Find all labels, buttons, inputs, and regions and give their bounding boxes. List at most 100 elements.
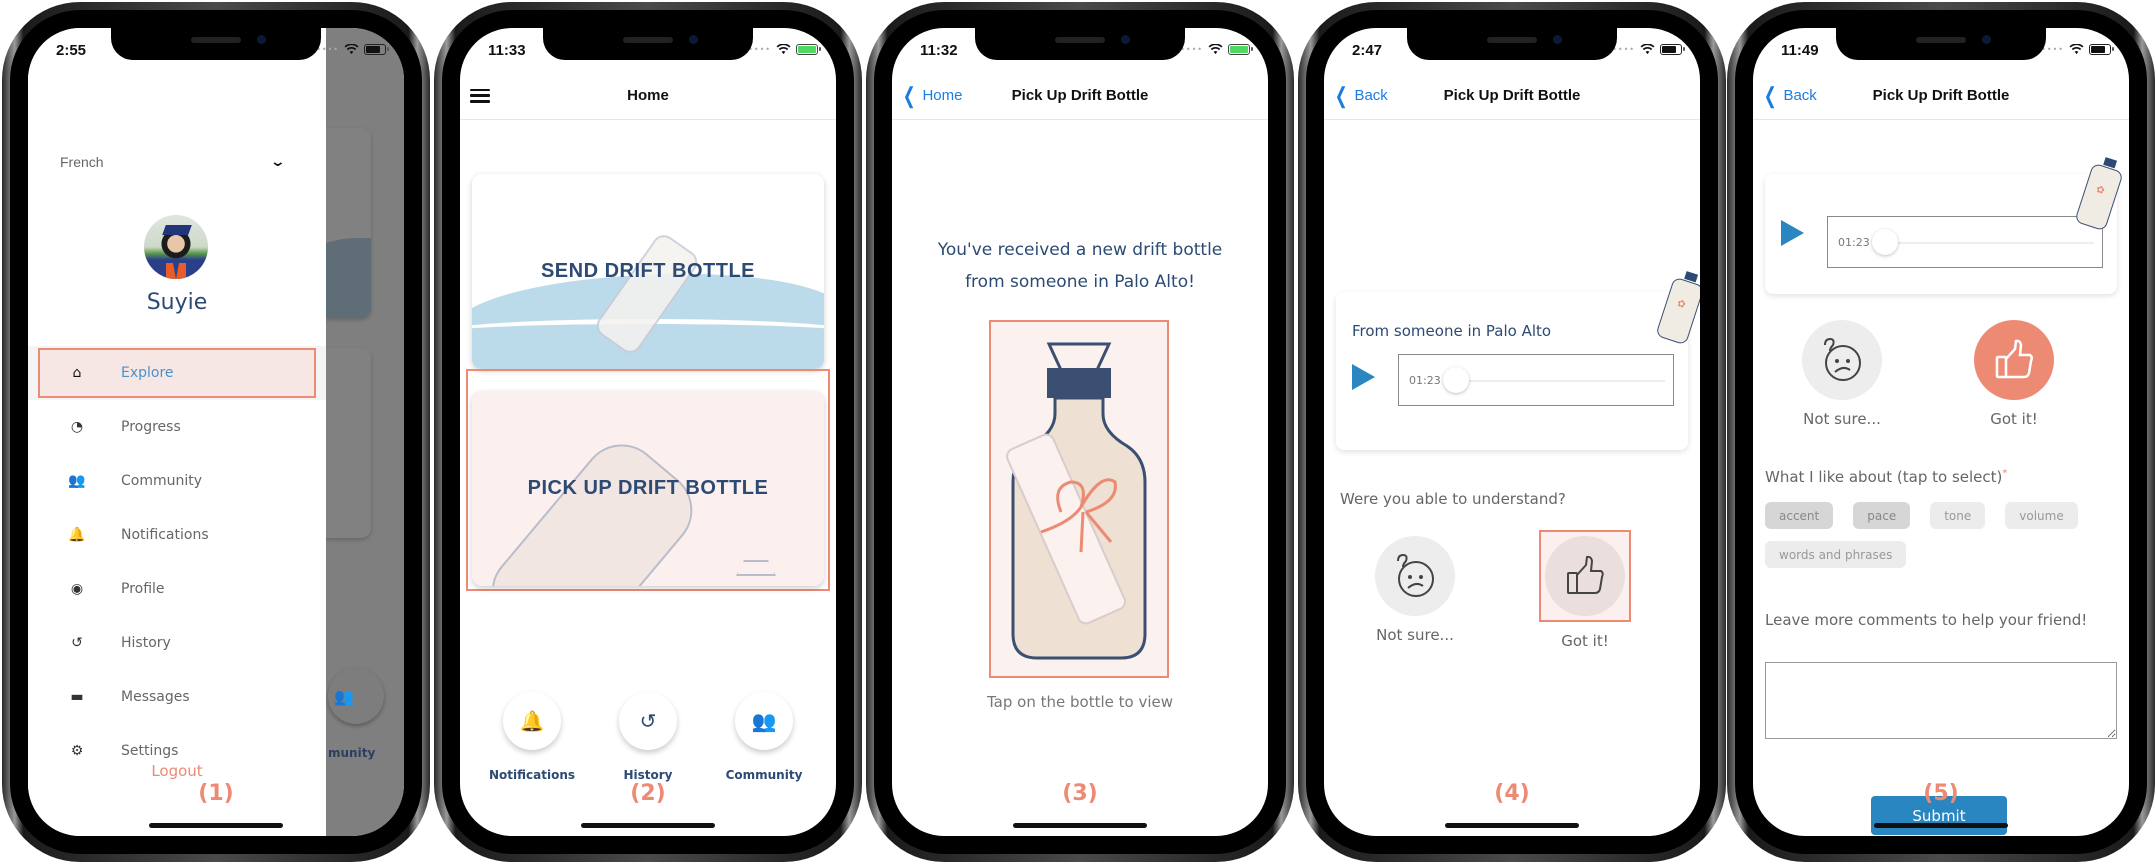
- phone-bezel: 11:49 •••• ❮ Back Pick Up Drift Bottle 0…: [1735, 10, 2147, 854]
- audio-message-card: From someone in Palo Alto 01:23: [1336, 292, 1688, 450]
- audio-track[interactable]: [1449, 380, 1665, 382]
- thumbs-up-icon[interactable]: [1974, 320, 2054, 400]
- status-time: 2:55: [56, 42, 87, 59]
- nav-bar: ❮ Back Pick Up Drift Bottle: [1324, 72, 1700, 120]
- confused-face-icon[interactable]: [1375, 536, 1455, 616]
- language-selector[interactable]: French ⌄: [60, 154, 286, 170]
- rating-label: Not sure...: [1803, 410, 1881, 428]
- audio-player: 01:23: [1398, 354, 1674, 406]
- battery-icon: [1660, 44, 1685, 55]
- audio-player: 01:23: [1827, 216, 2103, 268]
- menu-item-label: Notifications: [121, 527, 209, 543]
- hamburger-icon[interactable]: [470, 88, 490, 103]
- bell-icon[interactable]: 🔔: [503, 692, 561, 750]
- background-send-card: [326, 128, 371, 318]
- signal-icon: ••••: [748, 45, 771, 54]
- audio-time: 01:23: [1838, 235, 1870, 249]
- language-value: French: [60, 154, 104, 170]
- step-label: (1): [198, 781, 234, 806]
- highlight-box: [1539, 530, 1631, 622]
- menu-item-messages[interactable]: ▬ Messages: [28, 670, 326, 724]
- home-indicator[interactable]: [1445, 823, 1579, 828]
- chip-tone[interactable]: tone: [1930, 502, 1986, 529]
- menu-item-label: Settings: [121, 743, 179, 759]
- comment-label: Leave more comments to help your friend!: [1765, 611, 2088, 629]
- background-community-label: munity: [328, 746, 376, 760]
- chip-words-and-phrases[interactable]: words and phrases: [1765, 541, 1907, 568]
- home-indicator[interactable]: [149, 823, 283, 828]
- audio-scrubber-knob[interactable]: [1872, 229, 1898, 255]
- menu-item-notifications[interactable]: 🔔 Notifications: [28, 508, 326, 562]
- status-time: 11:33: [488, 42, 526, 59]
- page-title: Pick Up Drift Bottle: [1872, 87, 2010, 104]
- thumbs-up-icon[interactable]: [1545, 536, 1625, 616]
- phone-bezel: 2:47 •••• ❮ Back Pick Up Drift Bottle Fr…: [1306, 10, 1718, 854]
- wifi-icon: [344, 44, 359, 55]
- chip-accent[interactable]: accent: [1765, 502, 1834, 529]
- chevron-down-icon[interactable]: ⌄: [270, 154, 286, 170]
- quick-action-community[interactable]: 👥 Community: [719, 692, 809, 782]
- rating-label: Got it!: [1990, 410, 2038, 428]
- rating-not-sure[interactable]: Not sure...: [1360, 536, 1470, 644]
- back-button[interactable]: ❮ Back: [1332, 83, 1388, 109]
- notch: [1836, 28, 2046, 60]
- confused-face-icon[interactable]: [1802, 320, 1882, 400]
- nav-bar: ❮ Home Pick Up Drift Bottle: [892, 72, 1268, 120]
- home-indicator[interactable]: [1013, 823, 1147, 828]
- pick-up-drift-bottle-card[interactable]: PICK UP DRIFT BOTTLE: [472, 391, 824, 586]
- page-title: Home: [627, 87, 669, 104]
- back-button[interactable]: ❮ Back: [1761, 83, 1817, 109]
- quick-action-history[interactable]: ↺ History: [603, 692, 693, 782]
- quick-action-label: History: [623, 768, 673, 782]
- comment-input[interactable]: [1765, 662, 2117, 739]
- bottle-icon: [1006, 342, 1147, 660]
- logout-button[interactable]: Logout: [28, 762, 326, 780]
- menu-item-history[interactable]: ↺ History: [28, 616, 326, 670]
- rating-not-sure[interactable]: Not sure...: [1787, 320, 1897, 428]
- audio-message-card: 01:23: [1765, 174, 2117, 294]
- received-message: You've received a new drift bottle from …: [912, 234, 1248, 298]
- background-pick-card: [326, 348, 371, 538]
- rating-got-it[interactable]: Got it!: [1959, 320, 2069, 428]
- chip-volume[interactable]: volume: [2005, 502, 2078, 529]
- menu-item-profile[interactable]: ◉ Profile: [28, 562, 326, 616]
- back-button[interactable]: ❮ Home: [900, 83, 963, 109]
- back-label: Home: [922, 87, 963, 104]
- group-icon: 👥: [68, 473, 86, 489]
- send-drift-bottle-card[interactable]: SEND DRIFT BOTTLE: [472, 174, 824, 369]
- quick-actions: 🔔 Notifications ↺ History 👥 Community: [460, 692, 836, 782]
- home-indicator[interactable]: [581, 823, 715, 828]
- history-icon[interactable]: ↺: [619, 692, 677, 750]
- home-icon: ⌂: [72, 365, 82, 381]
- play-icon[interactable]: [1781, 220, 1804, 246]
- screen-listen-rate: 2:47 •••• ❮ Back Pick Up Drift Bottle Fr…: [1324, 28, 1700, 836]
- play-icon[interactable]: [1352, 364, 1375, 390]
- menu-item-community[interactable]: 👥 Community: [28, 454, 326, 508]
- bottle-illustration: [475, 428, 709, 586]
- notch: [1407, 28, 1617, 60]
- notch: [975, 28, 1185, 60]
- avatar[interactable]: [144, 215, 208, 279]
- drift-bottle-button[interactable]: [989, 320, 1169, 678]
- notch: [111, 28, 321, 60]
- signal-icon: ••••: [1612, 45, 1635, 54]
- menu-item-explore[interactable]: ⌂ Explore: [28, 346, 326, 400]
- rating-label: Not sure...: [1376, 626, 1454, 644]
- quick-action-notifications[interactable]: 🔔 Notifications: [487, 692, 577, 782]
- menu-item-label: Community: [121, 473, 203, 489]
- chip-pace[interactable]: pace: [1853, 502, 1911, 529]
- rating-got-it[interactable]: Got it!: [1530, 530, 1640, 650]
- home-indicator[interactable]: [1874, 823, 2008, 828]
- menu-item-progress[interactable]: ◔ Progress: [28, 400, 326, 454]
- audio-track[interactable]: [1878, 242, 2094, 244]
- step-label: (4): [1494, 781, 1530, 806]
- highlight-box: PICK UP DRIFT BOTTLE: [466, 369, 830, 591]
- wifi-icon: [1640, 44, 1655, 55]
- group-icon[interactable]: 👥: [735, 692, 793, 750]
- step-label: (3): [1062, 781, 1098, 806]
- back-label: Back: [1783, 87, 1817, 104]
- user-circle-icon: ◉: [70, 581, 84, 597]
- page-title: Pick Up Drift Bottle: [1443, 87, 1581, 104]
- audio-scrubber-knob[interactable]: [1443, 367, 1469, 393]
- like-about-label: What I like about (tap to select)*: [1765, 468, 2007, 486]
